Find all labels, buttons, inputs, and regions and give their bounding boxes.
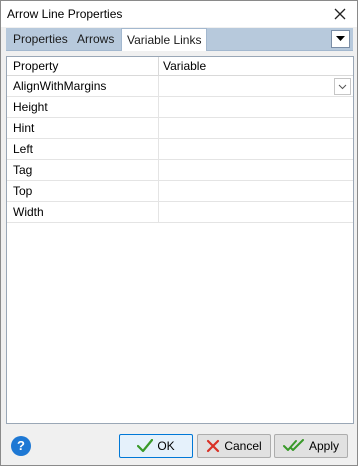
property-cell: Left — [13, 142, 34, 156]
variable-dropdown-button[interactable] — [334, 78, 351, 95]
tab-bar: Properties Arrows Variable Links — [6, 28, 353, 51]
grid-row[interactable]: Left — [7, 139, 353, 160]
variable-links-grid: Property Variable AlignWithMargins Heigh… — [6, 56, 354, 424]
property-cell: AlignWithMargins — [13, 79, 107, 93]
x-icon — [207, 439, 220, 453]
property-cell: Tag — [13, 163, 33, 177]
grid-row[interactable]: Hint — [7, 118, 353, 139]
column-header-variable[interactable]: Variable — [163, 59, 206, 73]
cell-separator — [158, 139, 159, 159]
tab-arrows[interactable]: Arrows — [72, 28, 119, 50]
cell-separator — [158, 202, 159, 222]
title-bar: Arrow Line Properties — [1, 1, 357, 27]
close-button[interactable] — [329, 3, 351, 25]
properties-dialog: Arrow Line Properties Properties Arrows … — [0, 0, 358, 466]
apply-button[interactable]: Apply — [274, 434, 348, 458]
grid-row[interactable]: Tag — [7, 160, 353, 181]
grid-row[interactable]: Top — [7, 181, 353, 202]
column-header-property[interactable]: Property — [13, 59, 58, 73]
chevron-down-icon — [338, 84, 347, 89]
help-icon: ? — [17, 438, 25, 453]
grid-row[interactable]: Height — [7, 97, 353, 118]
cell-separator — [158, 76, 159, 96]
apply-label: Apply — [308, 439, 340, 453]
tab-variable-links[interactable]: Variable Links — [121, 28, 208, 51]
cancel-button[interactable]: Cancel — [197, 434, 271, 458]
close-icon — [334, 8, 346, 20]
column-separator[interactable] — [158, 57, 159, 75]
double-check-icon — [282, 439, 304, 451]
tab-properties[interactable]: Properties — [8, 28, 73, 50]
cell-separator — [158, 97, 159, 117]
property-cell: Top — [13, 184, 33, 198]
grid-row[interactable]: Width — [7, 202, 353, 223]
chevron-down-icon — [336, 36, 345, 41]
ok-button[interactable]: OK — [119, 434, 193, 458]
help-button[interactable]: ? — [11, 436, 31, 456]
cell-separator — [158, 118, 159, 138]
cell-separator — [158, 160, 159, 180]
property-cell: Hint — [13, 121, 35, 135]
cell-separator — [158, 181, 159, 201]
grid-row[interactable]: AlignWithMargins — [7, 76, 353, 97]
window-title: Arrow Line Properties — [7, 7, 123, 21]
grid-header: Property Variable — [7, 57, 353, 76]
ok-label: OK — [157, 439, 175, 453]
property-cell: Height — [13, 100, 48, 114]
tab-menu-button[interactable] — [331, 30, 350, 48]
check-icon — [137, 439, 154, 453]
cancel-label: Cancel — [224, 439, 262, 453]
dialog-footer: ? OK Cancel Apply — [1, 429, 357, 465]
property-cell: Width — [13, 205, 44, 219]
